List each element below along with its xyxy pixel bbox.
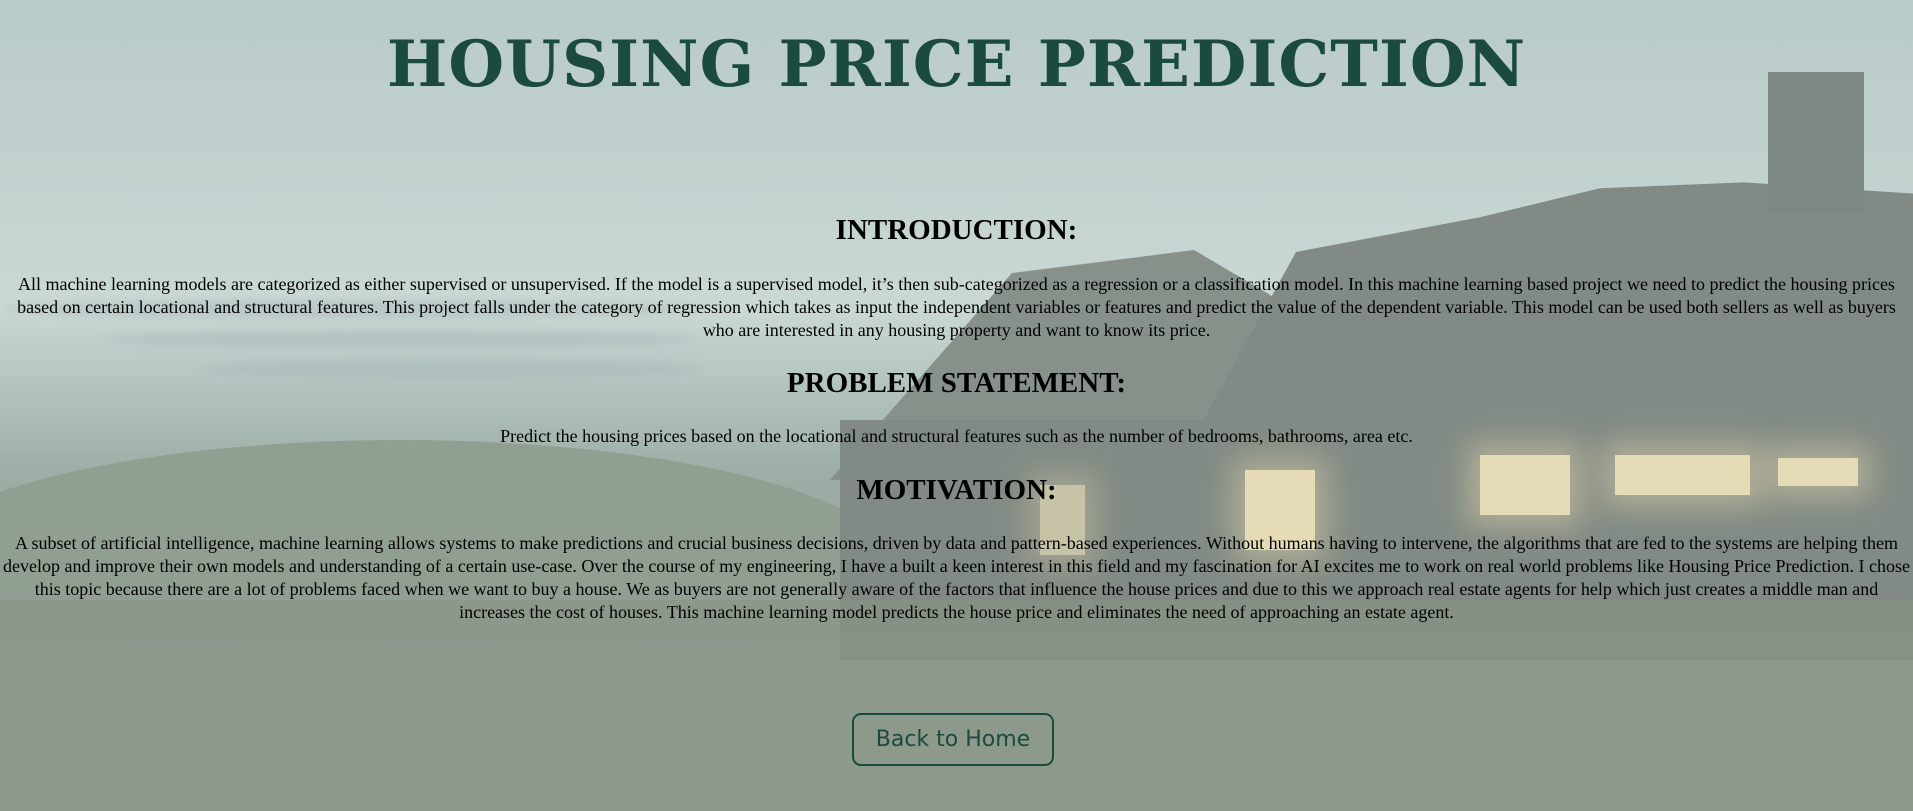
motivation-text: A subset of artificial intelligence, mac… — [3, 533, 1910, 622]
problem-statement-heading: PROBLEM STATEMENT: — [786, 367, 1127, 399]
page-title: HOUSING PRICE PREDICTION — [386, 27, 1527, 102]
background-house-photo — [0, 0, 1913, 811]
problem-statement-text: Predict the housing prices based on the … — [500, 426, 1413, 446]
motivation-heading: MOTIVATION: — [856, 474, 1057, 506]
introduction-text: All machine learning models are categori… — [17, 274, 1896, 340]
background-overlay — [0, 0, 1913, 811]
introduction-heading: INTRODUCTION: — [835, 214, 1078, 246]
back-to-home-button[interactable]: Back to Home — [852, 713, 1054, 766]
